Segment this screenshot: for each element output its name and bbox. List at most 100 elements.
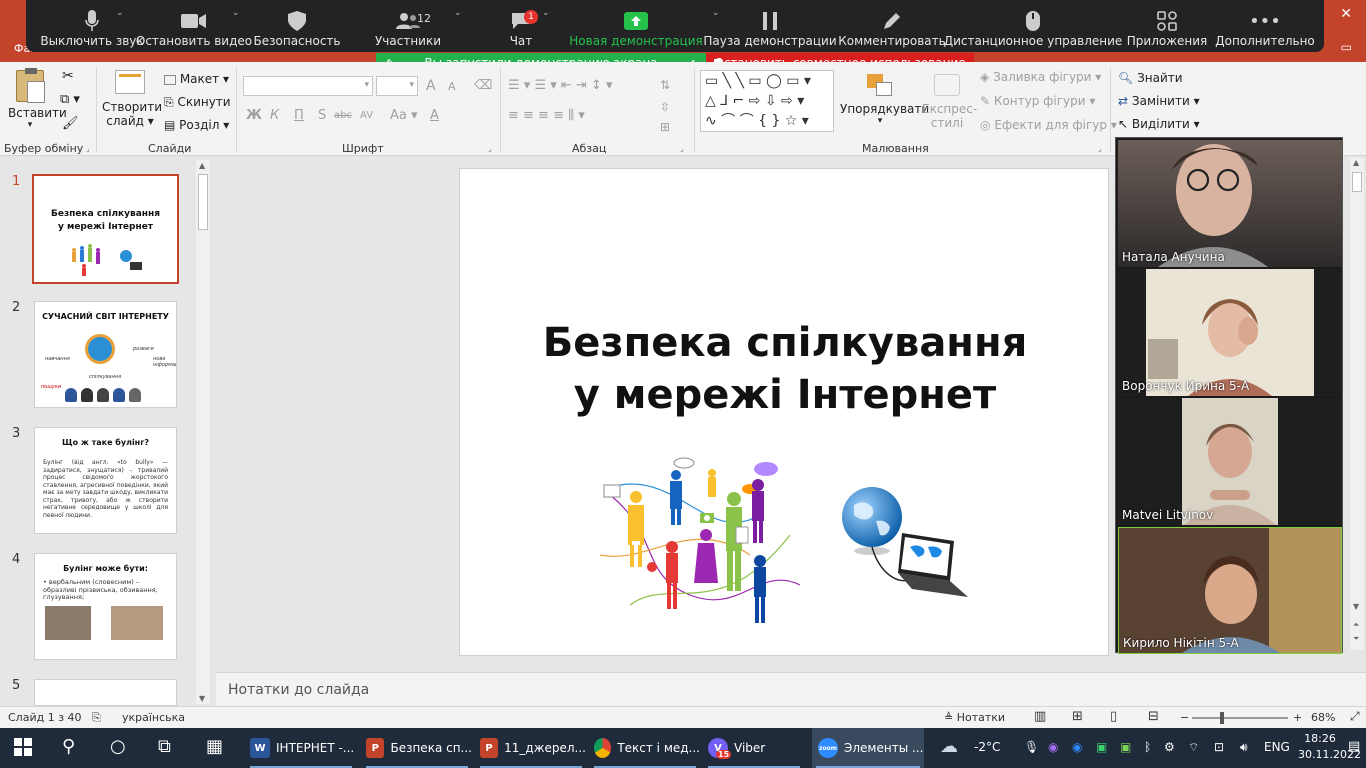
shape-outline-button[interactable]: ✎ Контур фігури ▾ [980,94,1095,108]
section-button[interactable]: ▤ Розділ ▾ [164,118,229,132]
select-button[interactable]: ↖ Виділити ▾ [1118,117,1200,131]
chat-button[interactable]: 1 ⌄ Чат [500,0,550,52]
fit-slide-icon[interactable]: ⤢ [1350,709,1360,724]
slide-title[interactable]: Безпека спілкування у мережі Інтернет [460,317,1110,421]
bold-button[interactable]: Ж [246,108,262,123]
security-button[interactable]: Безопасность [254,0,341,52]
clock[interactable]: 18:26 30.11.2022 [1298,731,1361,763]
participant-video-tile[interactable]: Ворончук Ирина 5-А [1118,269,1342,396]
volume-icon[interactable]: 🔊︎ [1240,740,1248,755]
participant-video-tile-active-speaker[interactable]: Кирило Нікітін 5-А [1118,527,1342,654]
text-direction-icon[interactable]: ⇅ [660,78,670,92]
taskbar-app-chrome[interactable]: Текст і мед... [590,728,700,768]
participants-button[interactable]: 12 ⌄ Участники [375,0,462,52]
scroll-thumb[interactable] [1352,172,1362,192]
copy-icon[interactable]: ⧉ ▾ [60,92,80,107]
close-icon[interactable]: ✕ [1340,6,1352,22]
scroll-up-icon[interactable]: ▲ [1353,158,1359,167]
zoom-tray-icon[interactable]: ◉ [1072,740,1082,754]
spellcheck-icon[interactable]: ⎘ [92,711,101,725]
notes-pane[interactable]: Нотатки до слайда [216,672,1366,706]
find-button[interactable]: 🔍︎ Знайти [1118,71,1183,85]
font-size-input[interactable]: ▾ [376,76,418,96]
slideshow-icon[interactable]: ⊟ [1148,709,1159,724]
restore-icon[interactable]: ▭ [1341,40,1352,54]
search-icon[interactable]: ⚲ [62,736,75,757]
annotate-button[interactable]: Комментировать [838,0,946,52]
slide-thumbnail-4[interactable]: Булінг може бути: • вербальним (словесни… [34,553,177,660]
wifi-icon[interactable]: ⌔ [1188,740,1199,755]
slides-scrollbar[interactable]: ▲ ▼ [196,160,210,704]
next-slide-icon[interactable]: ⏷ [1353,634,1359,644]
replace-button[interactable]: ⇄ Замінити ▾ [1118,94,1200,108]
grow-font-button[interactable]: A [426,78,436,94]
apps-button[interactable]: Приложения [1127,0,1207,52]
chevron-down-icon[interactable]: ⌄ [232,8,240,18]
taskbar-app-zoom[interactable]: zoom Элементы ... [812,728,924,768]
weather-temp[interactable]: -2°C [974,740,1000,754]
network-icon[interactable]: ⊡ [1214,740,1224,754]
scroll-thumb[interactable] [198,174,208,230]
scroll-down-icon[interactable]: ▼ [199,694,205,703]
participant-video-tile[interactable]: Натала Анучина [1118,140,1342,267]
taskbar-app-word[interactable]: W ІНТЕРНЕТ -... [246,728,356,768]
clear-format-icon[interactable]: ⌫ [474,78,492,93]
current-slide[interactable]: Безпека спілкування у мережі Інтернет [459,168,1109,656]
reset-button[interactable]: ⎘ Скинути [164,95,231,110]
new-slide-button[interactable]: Створити слайд ▾ [102,70,162,128]
zoom-in-icon[interactable]: + [1293,711,1302,724]
paste-button[interactable]: Вставити ▾ [8,68,67,130]
participant-video-tile[interactable]: Matvei Litvinov [1118,398,1342,525]
quick-styles-button[interactable]: Експрес- стилі [922,74,977,130]
zoom-level[interactable]: 68% [1311,711,1335,724]
windows-start-icon[interactable] [14,738,32,760]
tray-app-icon[interactable]: ▣ [1096,740,1107,754]
bluetooth-icon[interactable]: ᛒ [1144,740,1151,754]
dialog-launcher-icon[interactable]: ⌟ [680,144,684,153]
character-spacing-button[interactable]: AV [360,110,373,121]
font-name-input[interactable]: ▾ [243,76,373,96]
taskbar-app-powerpoint-1[interactable]: P Безпека сп... [362,728,472,768]
shape-effects-button[interactable]: ◎ Ефекти для фігур ▾ [980,118,1117,132]
underline-button[interactable]: П [294,108,304,123]
normal-view-icon[interactable]: ▥ [1034,709,1046,724]
cloud-icon[interactable]: ☁ [940,736,958,757]
tray-app-icon[interactable]: ▣ [1120,740,1131,754]
remote-control-button[interactable]: Дистанционное управление [944,0,1122,52]
scroll-up-icon[interactable]: ▲ [199,161,205,170]
shape-fill-button[interactable]: ◈ Заливка фігури ▾ [980,70,1101,84]
cut-icon[interactable]: ✂ [62,68,74,84]
viber-tray-icon[interactable]: ◉ [1048,740,1058,754]
slide-thumbnail-3[interactable]: Що ж таке булінг? Булінг (від англ. «to … [34,427,177,534]
notes-toggle[interactable]: ≜ Нотатки [944,711,1005,724]
input-language[interactable]: ENG [1264,740,1290,754]
chevron-down-icon[interactable]: ⌄ [116,8,124,18]
microphone-icon[interactable]: 🎙︎ [1024,740,1039,754]
language-indicator[interactable]: українська [122,711,185,724]
font-color-button[interactable]: A [430,108,439,123]
settings-tray-icon[interactable]: ⚙ [1164,740,1175,754]
chevron-down-icon[interactable]: ⌄ [542,8,550,18]
calculator-icon[interactable]: ▦ [206,736,223,757]
format-painter-icon[interactable]: 🖌 [62,116,79,131]
bullets-button[interactable]: ☰ ▾ ☰ ▾ ⇤ ⇥ ↕ ▾ [508,78,613,93]
reading-view-icon[interactable]: ▯ [1110,709,1117,724]
notifications-icon[interactable]: ▤ [1348,739,1360,754]
shapes-gallery[interactable]: ▭ ╲ ╲ ▭ ◯ ▭ ▾ △ ⅃ ⌐ ⇨ ⇩ ⇨ ▾ ∿ ⌒ ⌒ { } ☆ ▾ [700,70,834,132]
scroll-down-icon[interactable]: ▼ [1353,602,1359,611]
taskbar-app-viber[interactable]: V 15 Viber [704,728,804,768]
task-view-icon[interactable]: ⧉ [158,736,171,757]
slide-sorter-icon[interactable]: ⊞ [1072,709,1083,724]
arrange-button[interactable]: Упорядкувати ▾ [840,74,929,126]
shrink-font-button[interactable]: A [448,80,456,93]
chevron-down-icon[interactable]: ⌄ [454,8,462,18]
taskbar-app-powerpoint-2[interactable]: P 11_джерел... [476,728,586,768]
strikethrough-button[interactable]: abc [334,110,352,121]
zoom-out-icon[interactable]: − [1180,711,1189,724]
mute-button[interactable]: ⌄ Выключить звук [36,0,148,52]
pause-share-button[interactable]: Пауза демонстрации [703,0,837,52]
cortana-icon[interactable]: ○ [110,736,126,757]
slide-scrollbar[interactable]: ▲ ▼ ⏶ ⏷ [1350,158,1364,650]
smartart-icon[interactable]: ⊞ [660,120,670,134]
align-buttons[interactable]: ≡ ≡ ≡ ≡ ⫼ ▾ [508,108,585,123]
